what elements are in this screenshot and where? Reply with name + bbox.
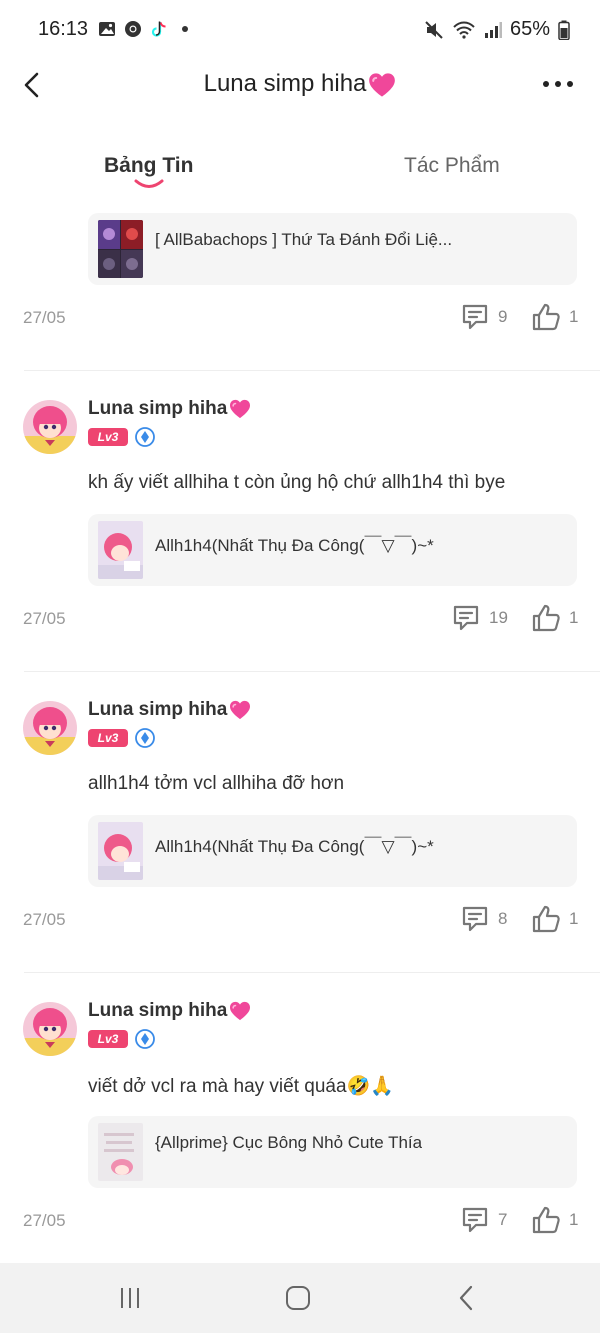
avatar[interactable] [23,1002,77,1056]
like-count: 1 [569,909,579,928]
android-nav-bar [0,1263,600,1333]
home-icon[interactable] [283,1283,313,1313]
like-count: 1 [569,608,579,627]
author-name[interactable]: Luna simp hiha [88,398,251,420]
work-title: Allh1h4(Nhất Thụ Đa Công(￣▽￣)~* [155,536,434,555]
active-tab-indicator [134,179,164,188]
status-bar: 16:13 65% [0,0,600,60]
notification-dot-icon [182,26,188,32]
comment-button[interactable]: 9 [460,302,507,332]
mute-icon [425,20,443,39]
like-icon [531,1205,561,1235]
like-count: 1 [569,1210,579,1229]
post-date: 27/05 [23,1211,66,1230]
post-date: 27/05 [23,609,66,628]
divider [24,370,600,371]
signal-icon [484,21,502,38]
divider [24,972,600,973]
wifi-icon [453,21,475,39]
back-nav-icon[interactable] [452,1283,482,1313]
divider [24,671,600,672]
level-badge: Lv3 [88,1030,128,1048]
comment-text: kh ấy viết allhiha t còn ủng hộ chứ allh… [88,472,506,493]
comment-count: 8 [498,909,508,928]
like-button[interactable]: 1 [531,603,578,633]
work-cover-image [98,822,143,880]
work-cover-image [98,220,143,278]
like-button[interactable]: 1 [531,302,578,332]
work-card[interactable]: Allh1h4(Nhất Thụ Đa Công(￣▽￣)~* [88,514,577,586]
battery-percent: 65% [509,18,550,40]
recent-apps-icon[interactable] [115,1283,145,1313]
work-cover-image [98,521,143,579]
avatar[interactable] [23,400,77,454]
comment-icon [460,1205,490,1235]
verified-badge-icon [135,427,155,447]
tab-feed[interactable]: Bảng Tin [104,154,193,178]
author-name[interactable]: Luna simp hiha [88,1000,251,1022]
tiktok-icon [151,21,166,37]
page-title: Luna simp hiha [0,70,600,98]
work-title: [ AllBabachops ] Thứ Ta Đánh Đổi Liệ... [155,230,453,249]
pink-heart-icon [229,399,251,419]
comment-count: 7 [498,1210,508,1229]
author-name[interactable]: Luna simp hiha [88,699,251,721]
more-options-icon[interactable] [540,72,576,96]
tab-works[interactable]: Tác Phẩm [404,154,500,178]
comment-text: viết dở vcl ra mà hay viết quáa🤣🙏 [88,1076,394,1097]
author-name-text: Luna simp hiha [88,699,228,720]
post-date: 27/05 [23,910,66,929]
page-title-text: Luna simp hiha [203,70,367,97]
work-card[interactable]: Allh1h4(Nhất Thụ Đa Công(￣▽￣)~* [88,815,577,887]
comment-button[interactable]: 8 [460,904,507,934]
like-count: 1 [569,307,579,326]
battery-icon [558,20,570,40]
pink-heart-icon [229,1001,251,1021]
comment-count: 19 [489,608,508,627]
work-card[interactable]: {Allprime} Cục Bông Nhỏ Cute Thía [88,1116,577,1188]
comment-button[interactable]: 7 [460,1205,507,1235]
comment-icon [460,904,490,934]
chrome-icon [125,21,141,37]
work-card[interactable]: [ AllBabachops ] Thứ Ta Đánh Đổi Liệ... [88,213,577,285]
verified-badge-icon [135,728,155,748]
verified-badge-icon [135,1029,155,1049]
status-time: 16:13 [38,18,89,40]
comment-icon [451,603,481,633]
author-name-text: Luna simp hiha [88,1000,228,1021]
like-button[interactable]: 1 [531,904,578,934]
status-right: 65% [424,18,570,41]
avatar[interactable] [23,701,77,755]
level-badge: Lv3 [88,729,128,747]
comment-count: 9 [498,307,508,326]
header: Luna simp hiha [0,60,600,110]
post-date: 27/05 [23,308,66,327]
work-title: {Allprime} Cục Bông Nhỏ Cute Thía [155,1133,423,1152]
level-badge: Lv3 [88,428,128,446]
like-button[interactable]: 1 [531,1205,578,1235]
like-icon [531,603,561,633]
profile-tabs: Bảng Tin Tác Phẩm [0,148,600,198]
like-icon [531,302,561,332]
pink-heart-icon [368,72,396,98]
like-icon [531,904,561,934]
comment-text: allh1h4 tởm vcl allhiha đỡ hơn [88,773,345,794]
pink-heart-icon [229,700,251,720]
gallery-icon [99,22,115,36]
work-title: Allh1h4(Nhất Thụ Đa Công(￣▽￣)~* [155,837,434,856]
comment-icon [460,302,490,332]
comment-button[interactable]: 19 [451,603,508,633]
author-name-text: Luna simp hiha [88,398,228,419]
status-left-icons [98,20,188,38]
work-cover-image [98,1123,143,1181]
